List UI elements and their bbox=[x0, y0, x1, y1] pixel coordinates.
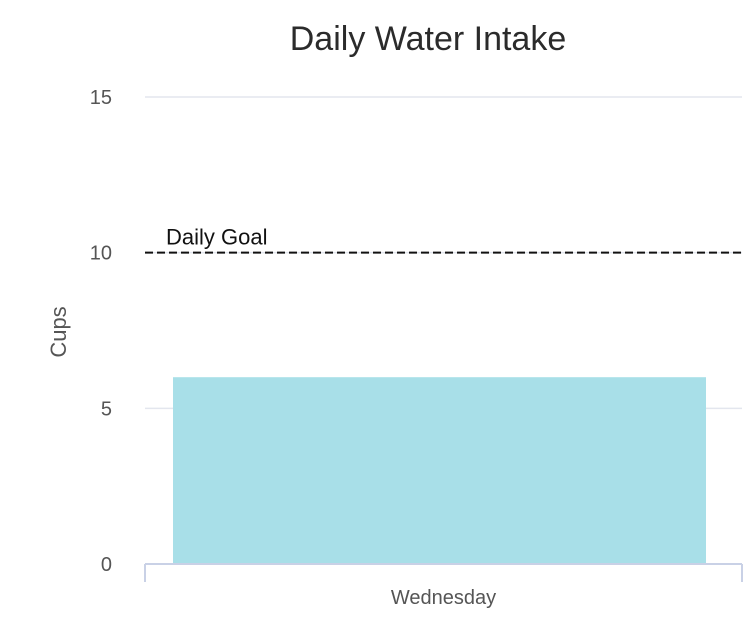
bar-wednesday[interactable] bbox=[173, 377, 706, 564]
chart-title: Daily Water Intake bbox=[290, 20, 567, 58]
y-tick-label: 0 bbox=[101, 554, 112, 576]
y-axis-label: Cups bbox=[46, 306, 71, 357]
y-tick-label: 15 bbox=[90, 87, 112, 109]
goal-reference: Daily Goal bbox=[145, 225, 742, 254]
y-tick-label: 5 bbox=[101, 398, 112, 420]
bars bbox=[173, 377, 706, 564]
x-axis: Wednesday bbox=[144, 563, 743, 609]
bar-chart: Daily Water Intake 0 5 10 15 Wednesday Dail… bbox=[46, 20, 743, 609]
goal-label: Daily Goal bbox=[166, 225, 267, 250]
chart-container: Daily Water Intake 0 5 10 15 Wednesday Dail… bbox=[0, 0, 745, 638]
x-tick-label: Wednesday bbox=[391, 587, 496, 609]
y-tick-label: 10 bbox=[90, 243, 112, 265]
y-axis-ticks: 0 5 10 15 bbox=[90, 87, 112, 576]
